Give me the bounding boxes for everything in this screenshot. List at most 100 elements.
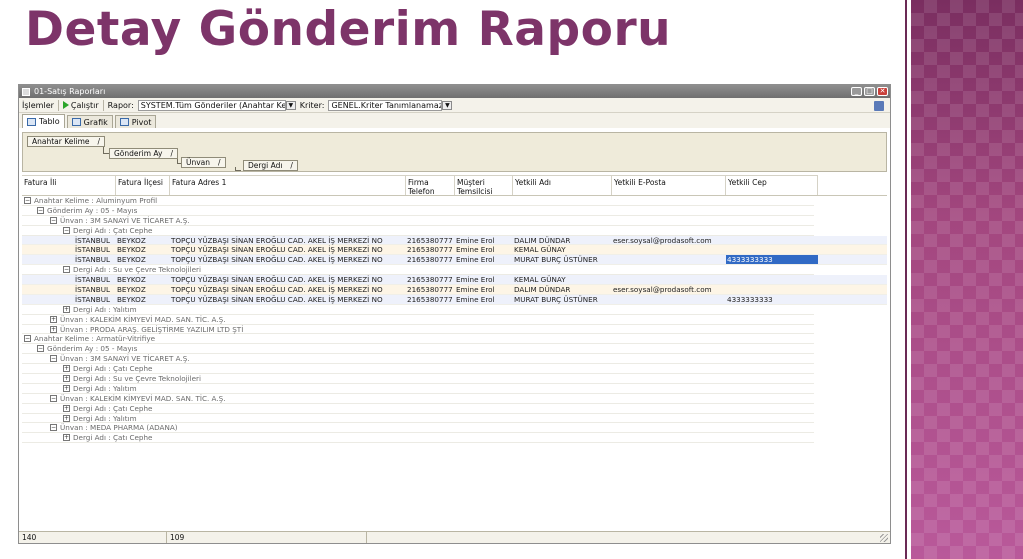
column-header-yetkili-cep[interactable]: Yetkili Cep [726, 175, 818, 195]
tab-tablo[interactable]: Tablo [22, 114, 65, 128]
collapse-icon[interactable]: − [24, 196, 31, 204]
table-cell-cep[interactable]: 4333333333 [726, 255, 818, 265]
group-row[interactable]: − Ünvan : MEDA PHARMA (ADANA) [22, 423, 814, 434]
table-cell-adres[interactable]: TOPÇU YÜZBAŞI SİNAN EROĞLU CAD. AKEL İŞ … [170, 285, 406, 294]
collapse-icon[interactable]: − [37, 206, 44, 214]
table-cell-adres[interactable]: TOPÇU YÜZBAŞI SİNAN EROĞLU CAD. AKEL İŞ … [170, 275, 406, 284]
collapse-icon[interactable]: − [63, 266, 70, 274]
table-cell-eposta[interactable]: eser.soysal@prodasoft.com [612, 236, 726, 245]
table-cell-adres[interactable]: TOPÇU YÜZBAŞI SİNAN EROĞLU CAD. AKEL İŞ … [170, 255, 406, 264]
table-cell-il[interactable]: İSTANBUL [74, 275, 116, 284]
collapse-icon[interactable]: − [50, 424, 57, 432]
islemler-menu[interactable]: İşlemler [22, 101, 54, 110]
table-cell-tel[interactable]: 2165380777 [406, 236, 455, 245]
table-cell-yetkili[interactable]: MURAT BURÇ ÜSTÜNER [513, 255, 612, 264]
chevron-down-icon[interactable]: ▼ [285, 100, 296, 110]
column-header-fatura-adres[interactable]: Fatura Adres 1 [170, 175, 406, 195]
close-button[interactable]: ✕ [877, 87, 888, 96]
table-cell-temsilci[interactable]: Emine Erol [455, 245, 513, 254]
expand-icon[interactable]: + [63, 365, 70, 373]
table-cell-ilce[interactable]: BEYKOZ [116, 275, 170, 284]
group-row[interactable]: + Dergi Adı : Çatı Cephe [22, 404, 814, 414]
table-cell-ilce[interactable]: BEYKOZ [116, 236, 170, 245]
table-cell-adres[interactable]: TOPÇU YÜZBAŞI SİNAN EROĞLU CAD. AKEL İŞ … [170, 236, 406, 245]
group-row[interactable]: − Ünvan : KALEKİM KİMYEVİ MAD. SAN. TİC. … [22, 394, 814, 404]
chevron-down-icon[interactable]: ▼ [442, 100, 453, 110]
collapse-icon[interactable]: − [50, 394, 57, 402]
column-header-firma-telefon[interactable]: Firma Telefon [406, 175, 455, 195]
collapse-icon[interactable]: − [37, 345, 44, 353]
table-cell-tel[interactable]: 2165380777 [406, 275, 455, 284]
group-row[interactable]: + Dergi Adı : Yalıtım [22, 414, 814, 424]
collapse-icon[interactable]: − [50, 216, 57, 224]
group-chip-gonderim-ay[interactable]: Gönderim Ay / [109, 148, 178, 159]
group-row[interactable]: + Dergi Adı : Yalıtım [22, 384, 814, 394]
group-chip-dergi-adi[interactable]: Dergi Adı / [243, 160, 298, 171]
collapse-icon[interactable]: − [63, 226, 70, 234]
table-cell-il[interactable]: İSTANBUL [74, 255, 116, 264]
table-row[interactable]: İSTANBUL BEYKOZ TOPÇU YÜZBAŞI SİNAN EROĞLU… [22, 236, 887, 246]
expand-icon[interactable]: + [63, 404, 70, 412]
column-header-musteri-temsilcisi[interactable]: Müşteri Temsilcisi [455, 175, 513, 195]
group-chip-unvan[interactable]: Ünvan / [181, 157, 226, 168]
tab-pivot[interactable]: Pivot [114, 115, 157, 128]
collapse-icon[interactable]: − [50, 355, 57, 363]
minimize-button[interactable]: _ [851, 87, 862, 96]
group-row[interactable]: + Dergi Adı : Yalıtım [22, 305, 814, 315]
group-row[interactable]: + Ünvan : PRODA ARAŞ. GELİŞTİRME YAZILIM … [22, 325, 814, 335]
expand-icon[interactable]: + [63, 414, 70, 422]
kriter-select[interactable]: GENEL.Kriter Tanımlanamaz [328, 99, 443, 111]
table-cell-tel[interactable]: 2165380777 [406, 285, 455, 294]
group-row[interactable]: − Ünvan : 3M SANAYİ VE TİCARET A.Ş. [22, 216, 814, 226]
collapse-icon[interactable]: − [24, 335, 31, 343]
table-cell-ilce[interactable]: BEYKOZ [116, 255, 170, 264]
group-row[interactable]: − Anahtar Kelime : Aluminyum Profil [22, 196, 814, 206]
table-cell-yetkili[interactable]: DALIM DÜNDAR [513, 236, 612, 245]
group-row[interactable]: − Gönderim Ay : 05 - Mayıs [22, 344, 814, 355]
column-header-yetkili-adi[interactable]: Yetkili Adı [513, 175, 612, 195]
group-row[interactable]: − Dergi Adı : Çatı Cephe [22, 226, 814, 236]
group-row[interactable]: + Dergi Adı : Su ve Çevre Teknolojileri [22, 374, 814, 384]
table-cell-temsilci[interactable]: Emine Erol [455, 285, 513, 294]
table-cell-cep[interactable]: 4333333333 [726, 295, 818, 304]
table-row[interactable]: İSTANBUL BEYKOZ TOPÇU YÜZBAŞI SİNAN EROĞLU… [22, 285, 887, 295]
group-row[interactable]: + Dergi Adı : Çatı Cephe [22, 364, 814, 375]
table-cell-il[interactable]: İSTANBUL [74, 245, 116, 254]
table-row[interactable]: İSTANBUL BEYKOZ TOPÇU YÜZBAŞI SİNAN EROĞLU… [22, 245, 887, 256]
table-cell-temsilci[interactable]: Emine Erol [455, 236, 513, 245]
group-row[interactable]: + Ünvan : KALEKİM KİMYEVİ MAD. SAN. TİC. … [22, 315, 814, 325]
table-cell-tel[interactable]: 2165380777 [406, 255, 455, 264]
expand-icon[interactable]: + [50, 325, 57, 333]
table-cell-temsilci[interactable]: Emine Erol [455, 255, 513, 264]
table-cell-yetkili[interactable]: KEMAL GÜNAY [513, 245, 612, 254]
group-row[interactable]: − Gönderim Ay : 05 - Mayıs [22, 206, 814, 216]
table-cell-eposta[interactable]: eser.soysal@prodasoft.com [612, 285, 726, 294]
column-header-yetkili-eposta[interactable]: Yetkili E-Posta [612, 175, 726, 195]
expand-icon[interactable]: + [63, 305, 70, 313]
column-header-fatura-ili[interactable]: Fatura İli [22, 175, 116, 195]
table-cell-tel[interactable]: 2165380777 [406, 245, 455, 254]
table-cell-tel[interactable]: 2165380777 [406, 295, 455, 304]
expand-icon[interactable]: + [63, 384, 70, 392]
group-row[interactable]: − Anahtar Kelime : Armatür-Vitrifiye [22, 334, 814, 345]
table-cell-adres[interactable]: TOPÇU YÜZBAŞI SİNAN EROĞLU CAD. AKEL İŞ … [170, 245, 406, 254]
rapor-select[interactable]: SYSTEM.Tüm Gönderiler (Anahtar Kel [137, 99, 286, 111]
table-cell-temsilci[interactable]: Emine Erol [455, 295, 513, 304]
table-row[interactable]: İSTANBUL BEYKOZ TOPÇU YÜZBAŞI SİNAN EROĞLU… [22, 255, 887, 266]
table-cell-yetkili[interactable]: KEMAL GÜNAY [513, 275, 612, 284]
table-cell-ilce[interactable]: BEYKOZ [116, 295, 170, 304]
tab-grafik[interactable]: Grafik [66, 115, 113, 128]
group-row[interactable]: − Dergi Adı : Su ve Çevre Teknolojileri [22, 265, 814, 276]
table-cell-ilce[interactable]: BEYKOZ [116, 245, 170, 254]
expand-icon[interactable]: + [63, 374, 70, 382]
table-cell-il[interactable]: İSTANBUL [74, 295, 116, 304]
table-cell-adres[interactable]: TOPÇU YÜZBAŞI SİNAN EROĞLU CAD. AKEL İŞ … [170, 295, 406, 304]
group-row[interactable]: + Dergi Adı : Çatı Cephe [22, 433, 814, 444]
table-row[interactable]: İSTANBUL BEYKOZ TOPÇU YÜZBAŞI SİNAN EROĞLU… [22, 295, 887, 305]
resize-grip-icon[interactable] [880, 534, 888, 542]
table-cell-il[interactable]: İSTANBUL [74, 285, 116, 294]
table-cell-temsilci[interactable]: Emine Erol [455, 275, 513, 284]
table-cell-il[interactable]: İSTANBUL [74, 236, 116, 245]
export-icon[interactable] [874, 101, 884, 111]
group-row[interactable]: − Ünvan : 3M SANAYİ VE TİCARET A.Ş. [22, 354, 814, 365]
